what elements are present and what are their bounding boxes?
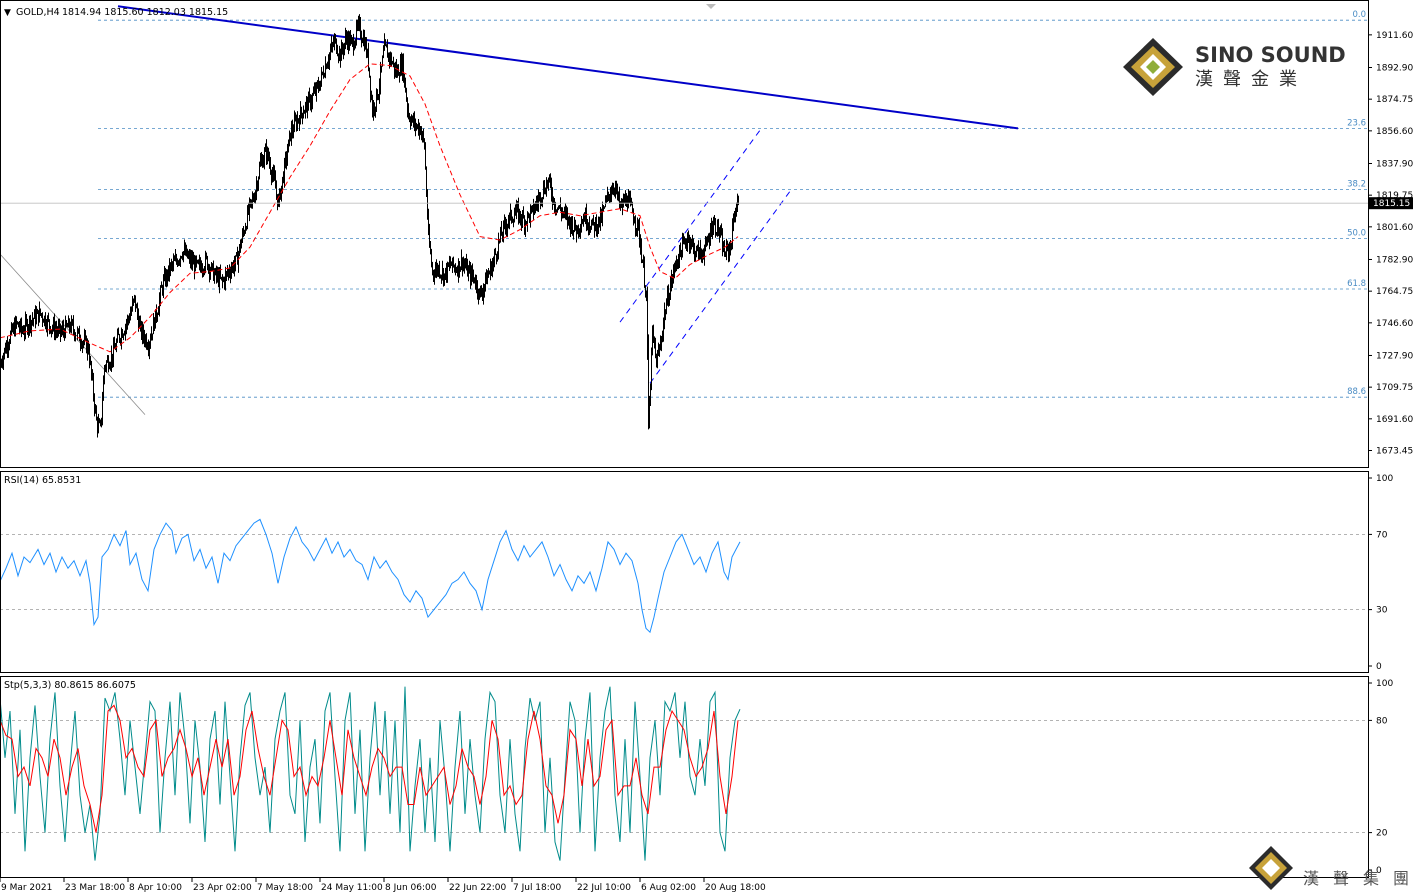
time-tick-label: 23 Mar 18:00: [65, 883, 125, 893]
time-tick-label: 7 Jul 18:00: [513, 883, 562, 893]
stochastic-tick-label: 100: [1376, 679, 1393, 689]
price-tick-label: 1746.60: [1376, 319, 1413, 329]
time-tick-label: 23 Apr 02:00: [193, 883, 252, 893]
ohlc-values: 1814.94 1815.60 1812.03 1815.15: [62, 7, 228, 18]
time-tick-label: 7 May 18:00: [257, 883, 313, 893]
symbol-label: GOLD,H4: [16, 7, 60, 18]
stochastic-tick-label: 80: [1376, 716, 1388, 726]
logo-name-en: SINO SOUND: [1195, 43, 1346, 67]
time-tick-label: 8 Apr 10:00: [129, 883, 182, 893]
scroll-marker-icon[interactable]: ▼: [4, 8, 11, 18]
time-tick-label: 8 Jun 06:00: [385, 883, 437, 893]
chart-canvas[interactable]: 0.0 23.6 38.2 50.0 61.8 88.6 1911.60 1892.90 18…: [0, 0, 1413, 896]
fib-level-label: 38.2: [1347, 179, 1366, 189]
stochastic-tick-label: 20: [1376, 829, 1388, 839]
price-tick-label: 1673.45: [1376, 447, 1413, 457]
time-tick-label: 22 Jul 10:00: [577, 883, 631, 893]
price-tick-label: 1874.75: [1376, 95, 1413, 105]
time-tick-label: 24 May 11:00: [321, 883, 383, 893]
price-tick-label: 1691.60: [1376, 415, 1413, 425]
stochastic-title: Stp(5,3,3) 80.8615 86.6075: [4, 680, 136, 691]
price-tick-label: 1782.90: [1376, 255, 1413, 265]
price-tick-label: 1709.75: [1376, 383, 1413, 393]
time-tick-label: 20 Aug 18:00: [705, 883, 766, 893]
fib-level-label: 50.0: [1347, 228, 1366, 238]
rsi-title: RSI(14) 65.8531: [4, 475, 81, 486]
price-tick-label: 1801.60: [1376, 223, 1413, 233]
footer-name-zh: 漢聲集團: [1303, 869, 1413, 888]
rsi-tick-label: 100: [1376, 474, 1393, 484]
rsi-tick-label: 0: [1376, 662, 1382, 672]
price-tick-label: 1911.60: [1376, 31, 1413, 41]
time-tick-label: 6 Aug 02:00: [641, 883, 696, 893]
price-tick-label: 1892.90: [1376, 63, 1413, 73]
rsi-tick-label: 30: [1376, 606, 1388, 616]
price-tick-label: 1837.90: [1376, 159, 1413, 169]
price-tick-label: 1764.75: [1376, 287, 1413, 297]
price-tick-label: 1856.60: [1376, 127, 1413, 137]
logo-name-zh: 漢聲金業: [1195, 69, 1307, 90]
last-price-label: 1815.15: [1373, 199, 1410, 209]
time-tick-label: 9 Mar 2021: [1, 883, 52, 893]
fib-level-label: 88.6: [1347, 387, 1366, 397]
time-tick-label: 22 Jun 22:00: [449, 883, 506, 893]
fib-level-label: 0.0: [1352, 10, 1366, 20]
fib-level-label: 61.8: [1347, 279, 1366, 289]
price-tick-label: 1727.90: [1376, 351, 1413, 361]
rsi-tick-label: 70: [1376, 530, 1388, 540]
fib-level-label: 23.6: [1347, 118, 1366, 128]
